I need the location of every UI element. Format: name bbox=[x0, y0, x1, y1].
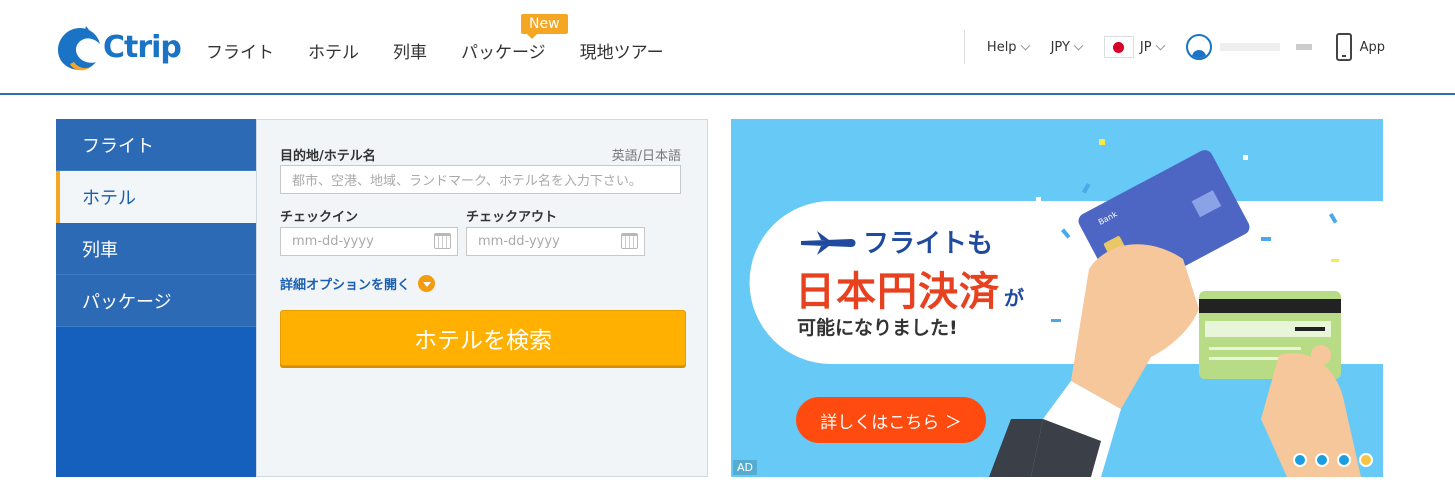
app-label: App bbox=[1359, 39, 1385, 55]
nav-trains[interactable]: 列車 bbox=[393, 38, 427, 63]
chevron-down-icon bbox=[1155, 40, 1166, 50]
nav-flights[interactable]: フライト bbox=[206, 38, 274, 63]
banner-headline-2: 日本円決済が bbox=[795, 259, 1025, 317]
app-link[interactable]: App bbox=[1335, 33, 1385, 61]
language-hint: 英語/日本語 bbox=[611, 149, 681, 164]
nav-local-tours[interactable]: 現地ツアー bbox=[580, 38, 664, 63]
banner-details-button[interactable]: 詳しくはこちら ＞ bbox=[796, 397, 986, 443]
more-options-label: 詳細オプションを開く bbox=[280, 278, 411, 293]
checkout-label: チェックアウト bbox=[466, 210, 558, 225]
main-nav: フライト ホテル 列車 パッケージ New 現地ツアー bbox=[206, 14, 698, 63]
calendar-icon[interactable] bbox=[434, 233, 451, 249]
help-label: Help bbox=[986, 39, 1017, 55]
tab-packages[interactable]: パッケージ bbox=[56, 275, 256, 327]
nav-packages[interactable]: パッケージ New bbox=[461, 14, 568, 63]
tab-hotels[interactable]: ホテル bbox=[56, 171, 256, 223]
banner-headline-2-suffix: が bbox=[1004, 286, 1025, 310]
currency-label: JPY bbox=[1050, 39, 1070, 55]
carousel-dots bbox=[1293, 453, 1373, 467]
logo-text: Ctrip bbox=[103, 30, 182, 65]
account-menu[interactable] bbox=[1185, 34, 1336, 60]
banner-subtext: 可能になりました! bbox=[797, 317, 958, 339]
header-divider bbox=[963, 30, 965, 64]
help-menu[interactable]: Help bbox=[986, 39, 1031, 55]
language-label: JP bbox=[1139, 39, 1152, 55]
search-hotels-button[interactable]: ホテルを検索 bbox=[280, 310, 686, 366]
tab-trains[interactable]: 列車 bbox=[56, 223, 256, 275]
phone-icon bbox=[1335, 33, 1352, 61]
dolphin-logo-icon bbox=[58, 26, 100, 71]
chevron-down-circle-icon bbox=[418, 275, 436, 292]
hotel-search-form: 目的地/ホテル名 英語/日本語 都市、空港、地域、ランドマーク、ホテル名を入力下… bbox=[256, 119, 708, 477]
header-utilities: Help JPY JP App bbox=[963, 30, 1385, 64]
chevron-down-icon bbox=[1020, 40, 1031, 50]
checkout-input[interactable]: mm-dd-yyyy bbox=[466, 227, 645, 256]
checkin-label: チェックイン bbox=[280, 210, 359, 225]
carousel-dot-4[interactable] bbox=[1359, 453, 1373, 467]
user-name-redacted bbox=[1219, 43, 1280, 51]
japan-flag-icon bbox=[1103, 36, 1134, 58]
user-avatar-icon bbox=[1185, 34, 1212, 60]
site-header: Ctrip フライト ホテル 列車 パッケージ New 現地ツアー Help J… bbox=[0, 0, 1455, 95]
chevron-down-icon bbox=[1073, 40, 1084, 50]
banner-headline-1: フライトも bbox=[863, 229, 994, 259]
search-tabs: フライト ホテル 列車 パッケージ bbox=[56, 119, 256, 477]
promo-banner[interactable]: Bank フライトも 日本円決済が 可能になりました! 詳しくはこちら ＞ AD bbox=[731, 119, 1383, 477]
checkout-placeholder: mm-dd-yyyy bbox=[478, 234, 560, 249]
nav-hotels[interactable]: ホテル bbox=[308, 38, 359, 63]
language-menu[interactable]: JP bbox=[1103, 36, 1166, 58]
carousel-dot-2[interactable] bbox=[1315, 453, 1329, 467]
user-name-redacted-2 bbox=[1295, 44, 1312, 50]
carousel-dot-3[interactable] bbox=[1337, 453, 1351, 467]
checkin-placeholder: mm-dd-yyyy bbox=[292, 234, 374, 249]
calendar-icon[interactable] bbox=[621, 233, 638, 249]
ctrip-logo[interactable]: Ctrip bbox=[56, 22, 186, 74]
nav-packages-label: パッケージ bbox=[461, 43, 546, 63]
carousel-dot-1[interactable] bbox=[1293, 453, 1307, 467]
tab-flights[interactable]: フライト bbox=[56, 119, 256, 171]
destination-placeholder: 都市、空港、地域、ランドマーク、ホテル名を入力下さい。 bbox=[292, 174, 642, 189]
more-options-toggle[interactable]: 詳細オプションを開く bbox=[280, 274, 436, 293]
banner-headline-2-text: 日本円決済 bbox=[795, 269, 1000, 315]
ad-label: AD bbox=[733, 460, 757, 475]
new-badge: New bbox=[521, 14, 568, 39]
currency-menu[interactable]: JPY bbox=[1050, 39, 1084, 55]
destination-input[interactable]: 都市、空港、地域、ランドマーク、ホテル名を入力下さい。 bbox=[280, 165, 681, 194]
checkin-input[interactable]: mm-dd-yyyy bbox=[280, 227, 458, 256]
destination-label: 目的地/ホテル名 bbox=[280, 149, 376, 164]
search-panel: フライト ホテル 列車 パッケージ 目的地/ホテル名 英語/日本語 都市、空港、… bbox=[56, 119, 708, 477]
